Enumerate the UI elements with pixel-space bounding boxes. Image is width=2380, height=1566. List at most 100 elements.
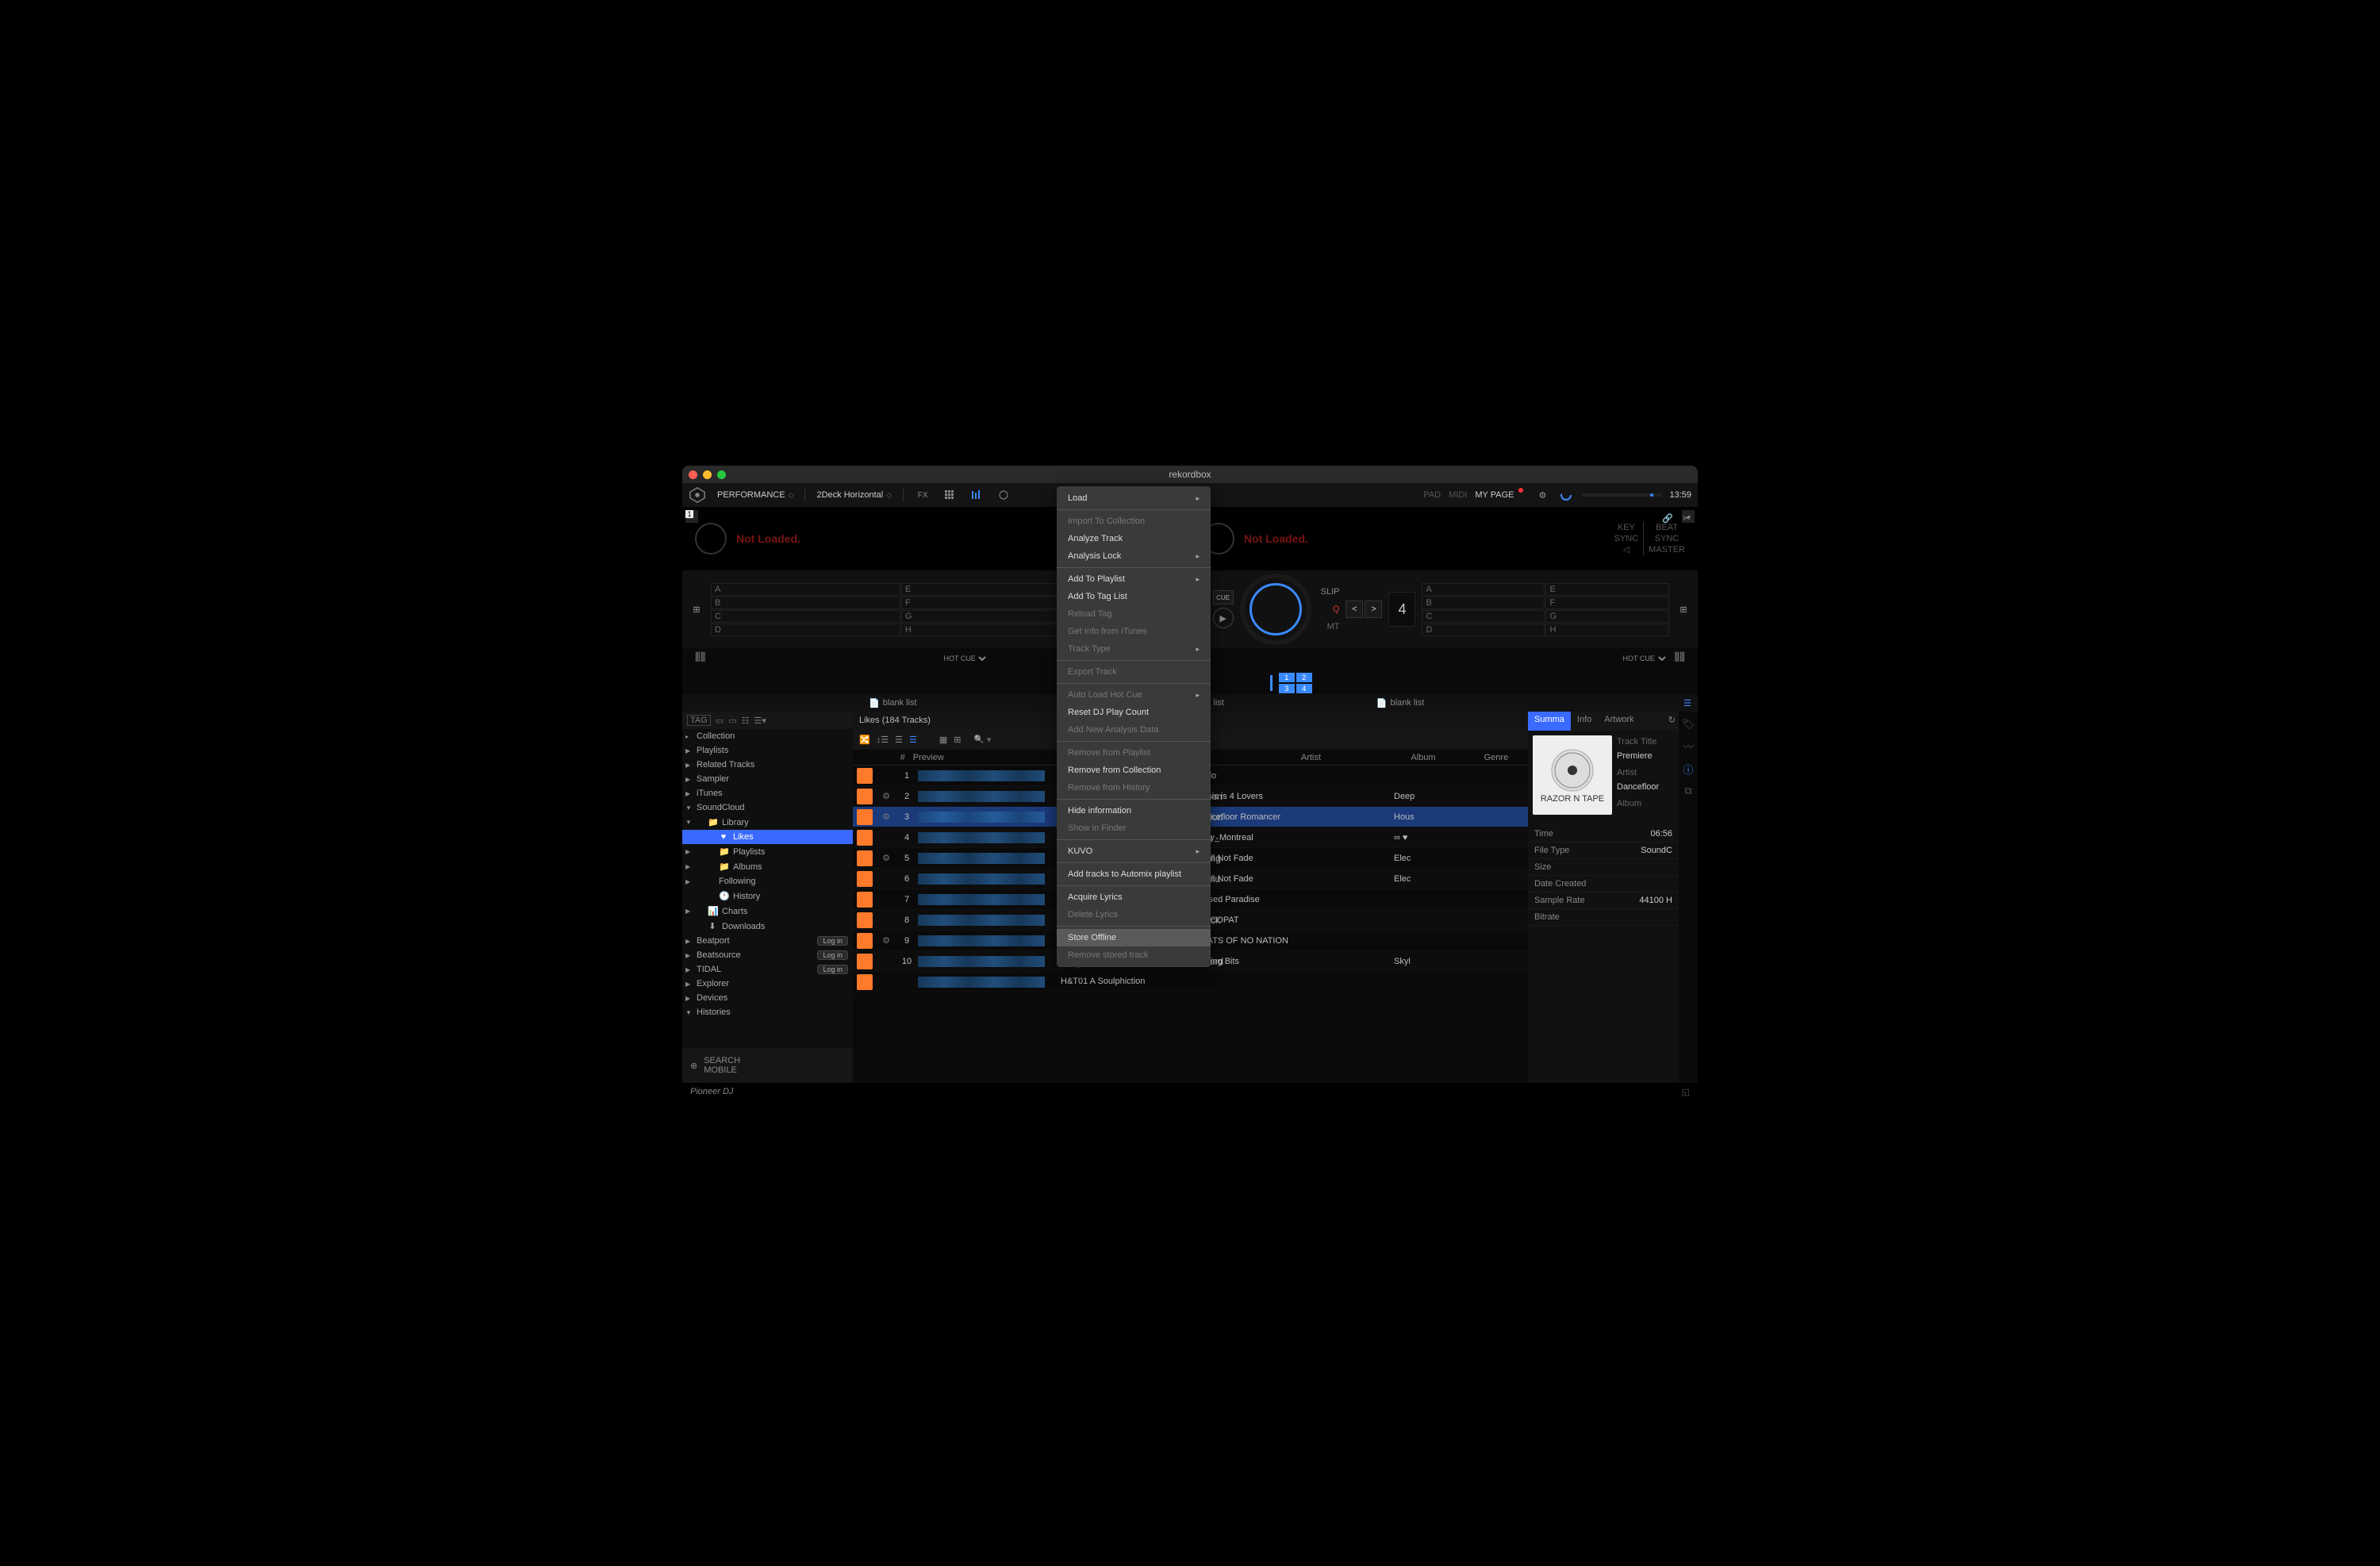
list-view-toggle-icon[interactable]: ☰ bbox=[1683, 698, 1691, 708]
beat-sync-button[interactable]: BEAT SYNCMASTER bbox=[1649, 522, 1685, 556]
ctx-add-to-tag-list[interactable]: Add To Tag List bbox=[1057, 588, 1211, 605]
list-detail-icon[interactable]: ☰ bbox=[909, 735, 917, 745]
quantize-button[interactable]: Q bbox=[1321, 605, 1340, 614]
sidebar-item-playlists[interactable]: ▶📁Playlists bbox=[682, 844, 853, 859]
rec-icon[interactable] bbox=[996, 487, 1012, 503]
view-icon-2[interactable]: ▭ bbox=[728, 716, 736, 726]
ctx-kuvo[interactable]: KUVO bbox=[1057, 842, 1211, 860]
master-volume-slider[interactable] bbox=[1582, 493, 1661, 497]
sidebar-item-beatsource[interactable]: ▶BeatsourceLog in bbox=[682, 948, 853, 962]
ctx-remove-from-collection[interactable]: Remove from Collection bbox=[1057, 762, 1211, 779]
ctx-add-to-playlist[interactable]: Add To Playlist bbox=[1057, 570, 1211, 588]
mode-selector[interactable]: PERFORMANCE bbox=[717, 490, 793, 500]
play-button-2[interactable]: ▶ bbox=[1213, 608, 1234, 628]
login-button[interactable]: Log in bbox=[817, 950, 848, 960]
ctx-load[interactable]: Load bbox=[1057, 489, 1211, 507]
tab-info[interactable]: Info bbox=[1571, 712, 1598, 731]
slip-button[interactable]: SLIP bbox=[1321, 587, 1340, 597]
small-art-icon[interactable]: ▦ bbox=[939, 735, 947, 745]
tempo-slider[interactable] bbox=[1270, 675, 1273, 691]
sidebar-item-likes[interactable]: ♥Likes bbox=[682, 830, 853, 844]
info-rail-icon[interactable]: ⓘ bbox=[1683, 762, 1693, 777]
sidebar-item-history[interactable]: 🕐History bbox=[682, 889, 853, 904]
wave-rail-icon[interactable]: 〰 bbox=[1683, 739, 1693, 754]
login-button[interactable]: Log in bbox=[817, 936, 848, 946]
jog-wheel-small-1[interactable] bbox=[695, 523, 727, 555]
beat-value-2[interactable]: 4 bbox=[1388, 592, 1415, 627]
sidebar-item-downloads[interactable]: ⬇Downloads bbox=[682, 919, 853, 934]
search-input[interactable]: ▾ bbox=[973, 735, 991, 745]
search-mobile-button[interactable]: ⊕ SEARCH MOBILE bbox=[682, 1048, 853, 1083]
sidebar-item-related-tracks[interactable]: ▶Related Tracks bbox=[682, 758, 853, 772]
ctx-hide-information[interactable]: Hide information bbox=[1057, 802, 1211, 819]
grid-icon[interactable]: ⊞ bbox=[689, 601, 704, 617]
info-row: Sample Rate44100 H bbox=[1528, 892, 1679, 909]
key-sync-button[interactable]: KEY SYNC◁ bbox=[1614, 522, 1639, 556]
track-art-icon bbox=[857, 892, 873, 908]
login-button[interactable]: Log in bbox=[817, 965, 848, 974]
close-icon[interactable] bbox=[689, 470, 697, 479]
analyze-icon: ⚙ bbox=[877, 812, 896, 822]
sort-icon[interactable]: ↕☰ bbox=[877, 735, 889, 745]
refresh-icon[interactable]: ↻ bbox=[1665, 712, 1679, 731]
sidebar-item-beatport[interactable]: ▶BeatportLog in bbox=[682, 934, 853, 948]
hotcue-select-1[interactable]: HOT CUE bbox=[940, 654, 988, 663]
tab-artwork[interactable]: Artwork bbox=[1598, 712, 1640, 731]
mypage-button[interactable]: MY PAGE bbox=[1475, 490, 1514, 500]
mixer-icon[interactable] bbox=[969, 487, 985, 503]
minimize-icon[interactable] bbox=[703, 470, 712, 479]
beat-next-button-2[interactable]: > bbox=[1365, 601, 1382, 618]
volume-knob-icon[interactable] bbox=[1558, 487, 1574, 503]
tab-summary[interactable]: Summa bbox=[1528, 712, 1571, 731]
ctx-add-tracks-to-automix-playlist[interactable]: Add tracks to Automix playlist bbox=[1057, 866, 1211, 883]
midi-button[interactable]: MIDI bbox=[1449, 490, 1467, 500]
blank-list-3[interactable]: 📄 blank list bbox=[1376, 698, 1425, 708]
resize-grip-icon[interactable]: ◱ bbox=[1682, 1087, 1690, 1097]
layout-selector[interactable]: 2Deck Horizontal bbox=[816, 490, 892, 500]
sidebar-item-histories[interactable]: ▼Histories bbox=[682, 1005, 853, 1019]
jog-wheel-big[interactable] bbox=[1240, 574, 1311, 645]
track-art-icon bbox=[857, 933, 873, 949]
fx-button[interactable]: FX bbox=[915, 487, 931, 503]
link-icon[interactable]: 🔗 bbox=[1660, 510, 1676, 526]
sidebar-item-collection[interactable]: ▸Collection bbox=[682, 729, 853, 743]
grid-icon-2[interactable]: ⊞ bbox=[1676, 601, 1691, 617]
ctx-analysis-lock[interactable]: Analysis Lock bbox=[1057, 547, 1211, 565]
sidebar-item-library[interactable]: ▼📁Library bbox=[682, 815, 853, 830]
shuffle-icon[interactable]: 🔀 bbox=[859, 735, 870, 745]
track-row[interactable]: H&T01 A Soulphiction bbox=[853, 972, 1528, 992]
beat-prev-button-2[interactable]: < bbox=[1345, 601, 1363, 618]
large-art-icon[interactable]: ⊞ bbox=[954, 735, 961, 745]
maximize-icon[interactable] bbox=[717, 470, 726, 479]
ctx-acquire-lyrics[interactable]: Acquire Lyrics bbox=[1057, 889, 1211, 906]
cue-button-2[interactable]: CUE bbox=[1213, 590, 1234, 605]
sidebar-item-soundcloud[interactable]: ▼SoundCloud bbox=[682, 800, 853, 815]
sidebar-item-devices[interactable]: ▶Devices bbox=[682, 991, 853, 1005]
tag-rail-icon[interactable]: 🏷 bbox=[1682, 718, 1695, 731]
sidebar-item-albums[interactable]: ▶📁Albums bbox=[682, 859, 853, 874]
list-simple-icon[interactable]: ☰ bbox=[895, 735, 903, 745]
link-rail-icon[interactable]: ⧉ bbox=[1684, 785, 1691, 797]
pad-button[interactable]: PAD bbox=[1423, 490, 1441, 500]
view-icon-3[interactable]: ☷ bbox=[742, 716, 750, 726]
sidebar-item-playlists[interactable]: ▶Playlists bbox=[682, 743, 853, 758]
scissors-icon[interactable]: ✂ bbox=[1679, 510, 1695, 526]
blank-list-1[interactable]: 📄 blank list bbox=[869, 698, 917, 708]
sidebar-item-explorer[interactable]: ▶Explorer bbox=[682, 977, 853, 991]
ctx-store-offline[interactable]: Store Offline bbox=[1057, 929, 1211, 946]
ctx-reset-dj-play-count[interactable]: Reset DJ Play Count bbox=[1057, 704, 1211, 721]
sidebar-item-tidal[interactable]: ▶TIDALLog in bbox=[682, 962, 853, 977]
grid-view-icon[interactable] bbox=[942, 487, 958, 503]
sidebar-item-sampler[interactable]: ▶Sampler bbox=[682, 772, 853, 786]
ctx-analyze-track[interactable]: Analyze Track bbox=[1057, 530, 1211, 547]
sidebar-item-itunes[interactable]: ▶iTunes bbox=[682, 786, 853, 800]
sidebar-item-following[interactable]: ▶Following bbox=[682, 874, 853, 889]
tag-button[interactable]: TAG bbox=[687, 715, 711, 726]
sidebar-item-charts[interactable]: ▶📊Charts bbox=[682, 904, 853, 919]
hotcue-select-2[interactable]: HOT CUE bbox=[1620, 654, 1668, 663]
mt-button[interactable]: MT bbox=[1321, 622, 1340, 631]
list-icon[interactable]: ☰▾ bbox=[754, 716, 766, 726]
view-icon-1[interactable]: ▭ bbox=[716, 716, 724, 726]
info-row: File TypeSoundC bbox=[1528, 842, 1679, 859]
gear-icon[interactable]: ⚙ bbox=[1534, 487, 1550, 503]
